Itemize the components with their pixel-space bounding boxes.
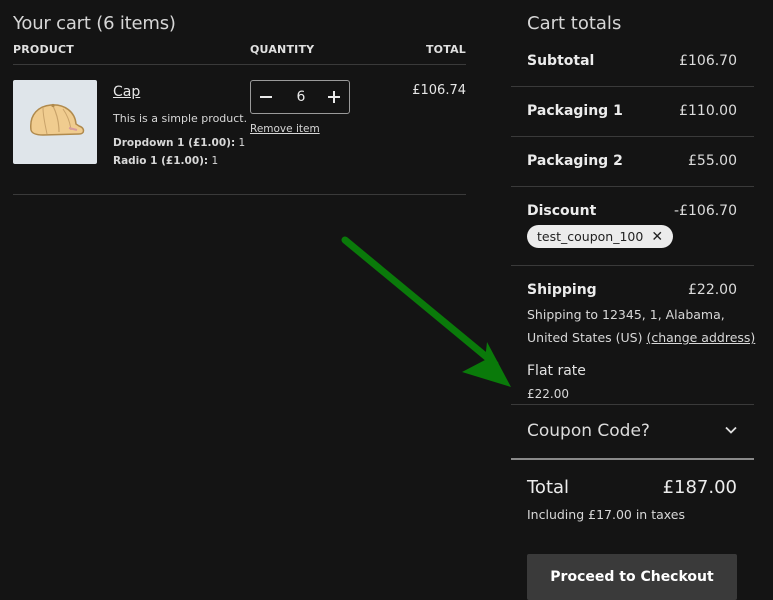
change-address-link[interactable]: (change address) [646, 330, 755, 345]
product-name-link[interactable]: Cap [113, 84, 140, 100]
increase-quantity-button[interactable] [319, 81, 349, 113]
product-thumbnail[interactable] [13, 80, 97, 164]
shipping-label: Shipping [527, 282, 597, 298]
header-divider [13, 64, 466, 65]
option-value: 1 [238, 137, 246, 149]
cap-icon [30, 103, 85, 136]
cart-heading: Your cart (6 items) [13, 13, 176, 34]
totals-divider [511, 86, 754, 87]
packaging-1-label: Packaging 1 [527, 103, 623, 119]
column-header-quantity: QUANTITY [250, 43, 315, 56]
shipping-country: United States (US) [527, 330, 643, 345]
total-divider [511, 458, 754, 460]
shipping-address-line: United States (US) (change address) [527, 326, 755, 349]
tax-note: Including £17.00 in taxes [527, 507, 685, 522]
quantity-stepper: 6 [250, 80, 350, 114]
shipping-method-price: £22.00 [527, 387, 569, 401]
subtotal-value: £106.70 [679, 53, 737, 69]
totals-divider [511, 265, 754, 266]
column-header-total: TOTAL [425, 43, 466, 56]
packaging-1-value: £110.00 [679, 103, 737, 119]
plus-icon [328, 91, 340, 103]
total-label: Total [527, 477, 570, 498]
product-option: Radio 1 (£1.00): 1 [113, 155, 218, 167]
line-total: £106.74 [412, 83, 466, 98]
item-divider [13, 194, 466, 195]
product-description: This is a simple product. [113, 112, 248, 125]
quantity-input[interactable]: 6 [281, 81, 321, 113]
product-option: Dropdown 1 (£1.00): 1 [113, 137, 245, 149]
coupon-code-label: Coupon Code? [527, 421, 650, 441]
totals-divider [511, 136, 754, 137]
cart-totals-title: Cart totals [527, 13, 622, 34]
packaging-2-value: £55.00 [688, 153, 737, 169]
total-value: £187.00 [662, 477, 737, 498]
totals-divider [511, 186, 754, 187]
shipping-address-line: Shipping to 12345, 1, Alabama, [527, 307, 725, 322]
remove-coupon-icon[interactable]: ✕ [651, 229, 663, 245]
applied-coupon-chip: test_coupon_100 ✕ [527, 225, 674, 248]
remove-item-link[interactable]: Remove item [250, 123, 320, 135]
option-value: 1 [211, 155, 219, 167]
discount-value: -£106.70 [674, 203, 737, 219]
packaging-2-label: Packaging 2 [527, 153, 623, 169]
chevron-down-icon [725, 426, 737, 434]
shipping-method-label: Flat rate [527, 363, 586, 379]
subtotal-label: Subtotal [527, 53, 595, 69]
option-label: Radio 1 (£1.00): [113, 155, 209, 167]
shipping-value: £22.00 [688, 282, 737, 298]
discount-label: Discount [527, 203, 597, 219]
coupon-code-toggle[interactable]: Coupon Code? [511, 405, 754, 457]
proceed-to-checkout-button[interactable]: Proceed to Checkout [527, 554, 737, 600]
annotation-arrow-icon [341, 236, 511, 387]
minus-icon [260, 96, 272, 98]
coupon-code: test_coupon_100 [537, 229, 644, 244]
option-label: Dropdown 1 (£1.00): [113, 137, 236, 149]
column-header-product: PRODUCT [13, 43, 74, 56]
decrease-quantity-button[interactable] [251, 81, 281, 113]
